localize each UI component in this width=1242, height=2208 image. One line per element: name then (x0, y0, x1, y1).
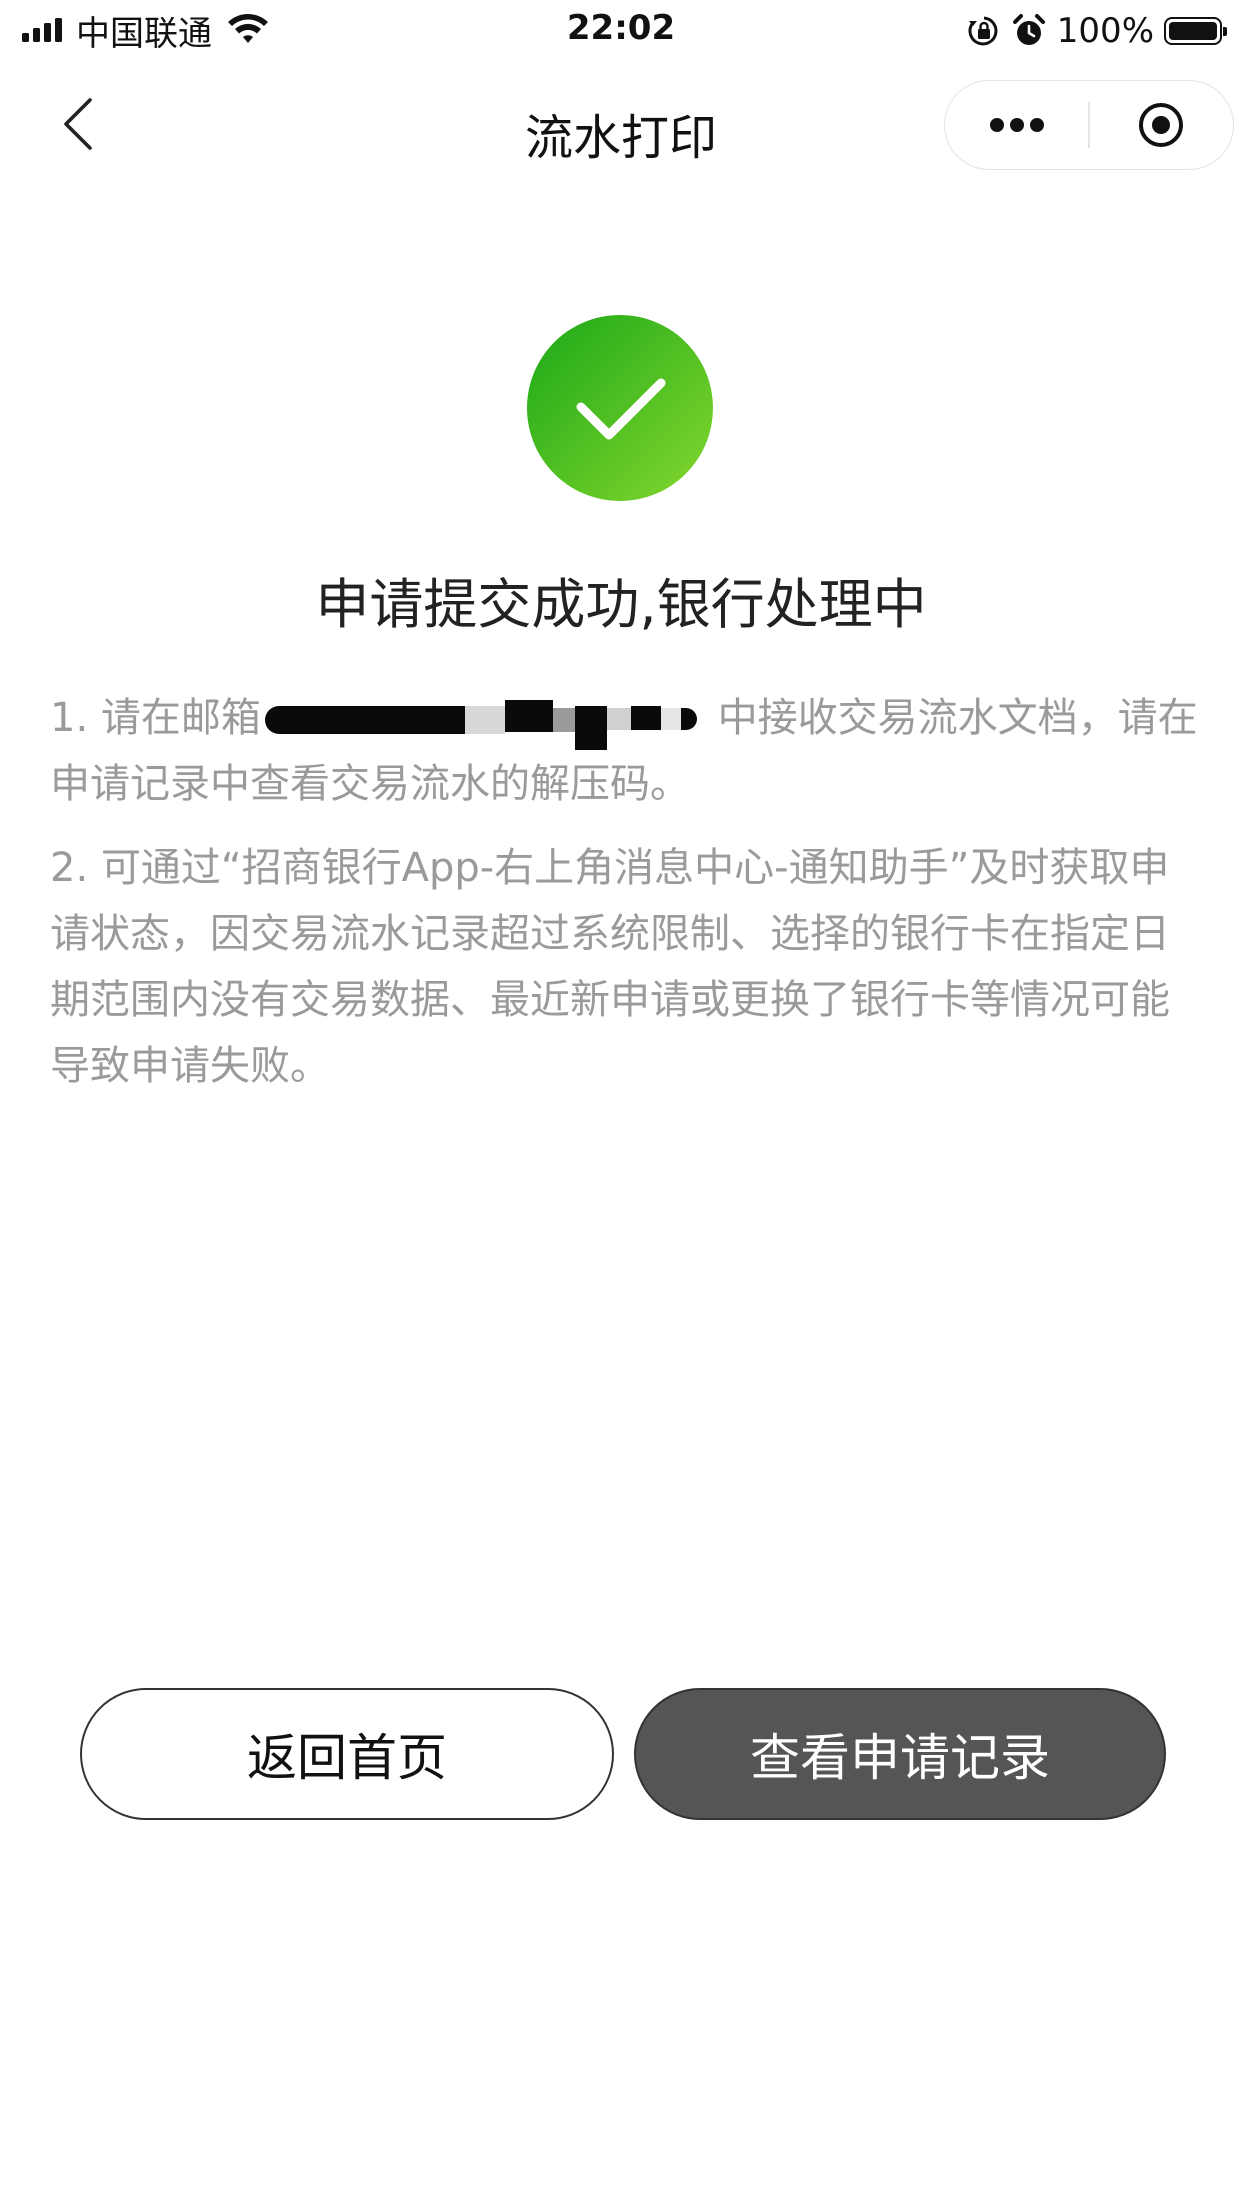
close-button[interactable] (1090, 81, 1233, 169)
target-circle-icon (1139, 103, 1184, 147)
success-icon (527, 315, 713, 501)
instructions: 1. 请在邮箱 中接收交易流水文档，请在申请记录中查看交易流水的解压码。 2. … (50, 685, 1200, 1099)
back-home-label: 返回首页 (247, 1729, 447, 1787)
more-dots-icon (989, 118, 1044, 132)
checkmark-icon (576, 378, 666, 440)
view-records-button[interactable]: 查看申请记录 (634, 1688, 1166, 1820)
status-right: 100% (967, 10, 1227, 52)
note-email: 1. 请在邮箱 中接收交易流水文档，请在申请记录中查看交易流水的解压码。 (50, 685, 1200, 817)
more-button[interactable] (945, 81, 1088, 169)
battery-percent: 100% (1056, 11, 1154, 51)
mini-program-capsule (944, 80, 1234, 170)
view-records-label: 查看申请记录 (750, 1729, 1050, 1787)
battery-icon (1164, 17, 1227, 45)
redacted-email (264, 700, 697, 750)
status-bar: 中国联通 22:02 100% (0, 0, 1242, 60)
nav-bar: 流水打印 (0, 60, 1242, 190)
note-email-prefix: 1. 请在邮箱 (50, 695, 261, 741)
orientation-lock-icon (968, 16, 998, 46)
note-status: 2. 可通过“招商银行App-右上角消息中心-通知助手”及时获取申请状态，因交易… (50, 845, 1170, 1089)
result-headline: 申请提交成功,银行处理中 (315, 573, 927, 636)
alarm-clock-icon (1012, 14, 1045, 45)
back-home-button[interactable]: 返回首页 (80, 1688, 614, 1820)
battery-level (1169, 22, 1217, 40)
